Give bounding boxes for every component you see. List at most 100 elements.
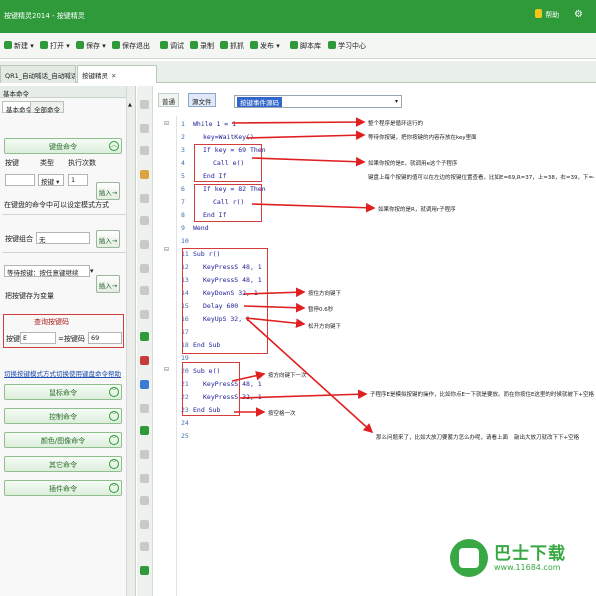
keyboard-command-button[interactable]: 键盘命令 ︿ xyxy=(4,138,122,154)
publish-button[interactable]: 发布 ▾ xyxy=(250,41,280,51)
help-label: 帮助 xyxy=(545,11,560,19)
combo-input[interactable]: 无 xyxy=(36,232,90,244)
watch-icon[interactable] xyxy=(140,496,149,505)
grab-button[interactable]: 抓抓 xyxy=(220,41,244,51)
tab-all-commands[interactable]: 全部命令 xyxy=(30,101,64,114)
save-button[interactable]: 保存 ▾ xyxy=(76,41,106,51)
arrow xyxy=(231,117,366,127)
document-tabs: QR1_自动喊话_自动喊话... 按键精灵 ✕ xyxy=(0,61,596,83)
debug-button[interactable]: 调试 xyxy=(160,41,184,51)
publish-label: 发布 xyxy=(260,42,274,50)
other-command-button[interactable]: 其它命令 ﹀ xyxy=(4,456,122,472)
type-value: 按键 xyxy=(41,178,54,186)
tab-label: QR1_自动喊话_自动喊话... xyxy=(5,72,76,80)
title-bar: 按键精灵2014 - 按键精灵 帮助 ⚙ xyxy=(0,0,596,33)
step-icon[interactable] xyxy=(140,450,149,459)
record-icon xyxy=(190,41,198,49)
library-button[interactable]: 脚本库 xyxy=(290,41,321,51)
wait-key-select[interactable]: 等待按键：按任意键继续 xyxy=(4,265,90,277)
bookmark-icon[interactable] xyxy=(140,380,149,389)
variable-icon[interactable] xyxy=(140,520,149,529)
site-watermark: 巴士下载 www.11684.com xyxy=(448,535,594,593)
keyboard-command-label: 键盘命令 xyxy=(49,143,77,151)
key-input[interactable] xyxy=(5,174,35,186)
vip-badge[interactable]: 帮助 xyxy=(535,9,559,20)
redo-icon[interactable] xyxy=(140,216,149,225)
learn-button[interactable]: 学习中心 xyxy=(328,41,366,51)
learn-label: 学习中心 xyxy=(338,42,366,50)
run-icon[interactable] xyxy=(140,426,149,435)
command-panel: 基本命令✕ 基本命令 全部命令 键盘命令︿ 按键 类型 执行次数 按键 ▾ 1 … xyxy=(0,86,136,596)
annotation-text: 等待你按键，把你按键的内容存放在key里面 xyxy=(368,135,477,141)
indent-icon[interactable] xyxy=(140,286,149,295)
comment-icon[interactable] xyxy=(140,332,149,341)
combo-value: 无 xyxy=(39,236,46,244)
arrow xyxy=(243,302,306,313)
annotation-text: 暂停0.6秒 xyxy=(308,307,334,313)
annotation-text: 按住方向键下 xyxy=(308,291,342,297)
insert-button[interactable]: 插入→ xyxy=(96,230,120,248)
outdent-icon[interactable] xyxy=(140,310,149,319)
save-exit-label: 保存退出 xyxy=(122,42,150,50)
find-icon[interactable] xyxy=(140,240,149,249)
type-select[interactable]: 按键 ▾ xyxy=(38,174,64,186)
switch-keyboard-link[interactable]: 切换使用键盘命令 xyxy=(56,368,108,378)
color-image-command-button[interactable]: 颜色/图像命令 ﹀ xyxy=(4,432,122,448)
breakpoint-icon[interactable] xyxy=(140,474,149,483)
query-title: 查询按键码 xyxy=(34,318,69,326)
library-label: 脚本库 xyxy=(300,42,321,50)
chevron-down-icon[interactable]: ▾ xyxy=(90,267,94,275)
insert-button[interactable]: 插入→ xyxy=(96,275,120,293)
help-link[interactable]: 帮助 xyxy=(108,368,121,378)
debug-icon xyxy=(160,41,168,49)
mouse-command-label: 鼠标命令 xyxy=(49,389,77,397)
settings-icon[interactable] xyxy=(140,542,149,551)
chevron-down-icon: ﹀ xyxy=(109,435,119,445)
undo-icon[interactable] xyxy=(140,194,149,203)
publish-icon xyxy=(250,41,258,49)
pointer-icon[interactable] xyxy=(140,100,149,109)
paste-icon[interactable] xyxy=(140,170,149,179)
save-exit-button[interactable]: 保存退出 xyxy=(112,41,150,51)
keyboard-hint: 在键盘的命令中可以设定模式方式 xyxy=(4,201,109,209)
format-icon[interactable] xyxy=(140,404,149,413)
tab-script-2[interactable]: 按键精灵 ✕ xyxy=(77,65,157,83)
new-button[interactable]: 新建 ▾ xyxy=(4,41,34,51)
save-icon xyxy=(76,41,84,49)
tab-script-1[interactable]: QR1_自动喊话_自动喊话... xyxy=(0,65,76,83)
plugin-command-button[interactable]: 插件命令 ﹀ xyxy=(4,480,122,496)
debug-label: 调试 xyxy=(170,42,184,50)
count-input[interactable]: 1 xyxy=(68,174,88,186)
chevron-down-icon: ﹀ xyxy=(109,459,119,469)
plugin-command-label: 插件命令 xyxy=(49,485,77,493)
copy-icon[interactable] xyxy=(140,146,149,155)
color-image-command-label: 颜色/图像命令 xyxy=(40,437,86,445)
arrow xyxy=(245,317,306,328)
mouse-command-button[interactable]: 鼠标命令 ﹀ xyxy=(4,384,122,400)
uncomment-icon[interactable] xyxy=(140,356,149,365)
save-exit-icon xyxy=(112,41,120,49)
insert-button[interactable]: 插入→ xyxy=(96,182,120,200)
close-icon[interactable]: ✕ xyxy=(111,72,116,80)
arrow xyxy=(245,317,374,434)
save-label: 保存 xyxy=(86,42,100,50)
query-key-value: E xyxy=(23,334,28,342)
control-command-button[interactable]: 控制命令 ﹀ xyxy=(4,408,122,424)
key-code-query-box: 查询按键码 按键 E =按键码 69 xyxy=(3,314,124,348)
query-key-label: 按键 xyxy=(6,335,20,343)
gear-icon[interactable]: ⚙ xyxy=(574,9,583,20)
switch-mode-link[interactable]: 切换按键模式方式 xyxy=(4,368,56,378)
tab-label: 按键精灵 xyxy=(82,72,108,80)
panel-scrollbar[interactable]: ▲ xyxy=(126,86,135,596)
bus-logo-icon xyxy=(450,539,488,577)
replace-icon[interactable] xyxy=(140,264,149,273)
open-button[interactable]: 打开 ▾ xyxy=(40,41,70,51)
chevron-up-icon: ▲ xyxy=(128,102,132,108)
help-icon[interactable] xyxy=(140,566,149,575)
type-label: 类型 xyxy=(40,159,54,167)
query-key-input[interactable]: E xyxy=(20,332,56,344)
cut-icon[interactable] xyxy=(140,124,149,133)
record-button[interactable]: 录制 xyxy=(190,41,214,51)
grab-icon xyxy=(220,41,228,49)
panel-title: 基本命令 xyxy=(3,90,29,98)
